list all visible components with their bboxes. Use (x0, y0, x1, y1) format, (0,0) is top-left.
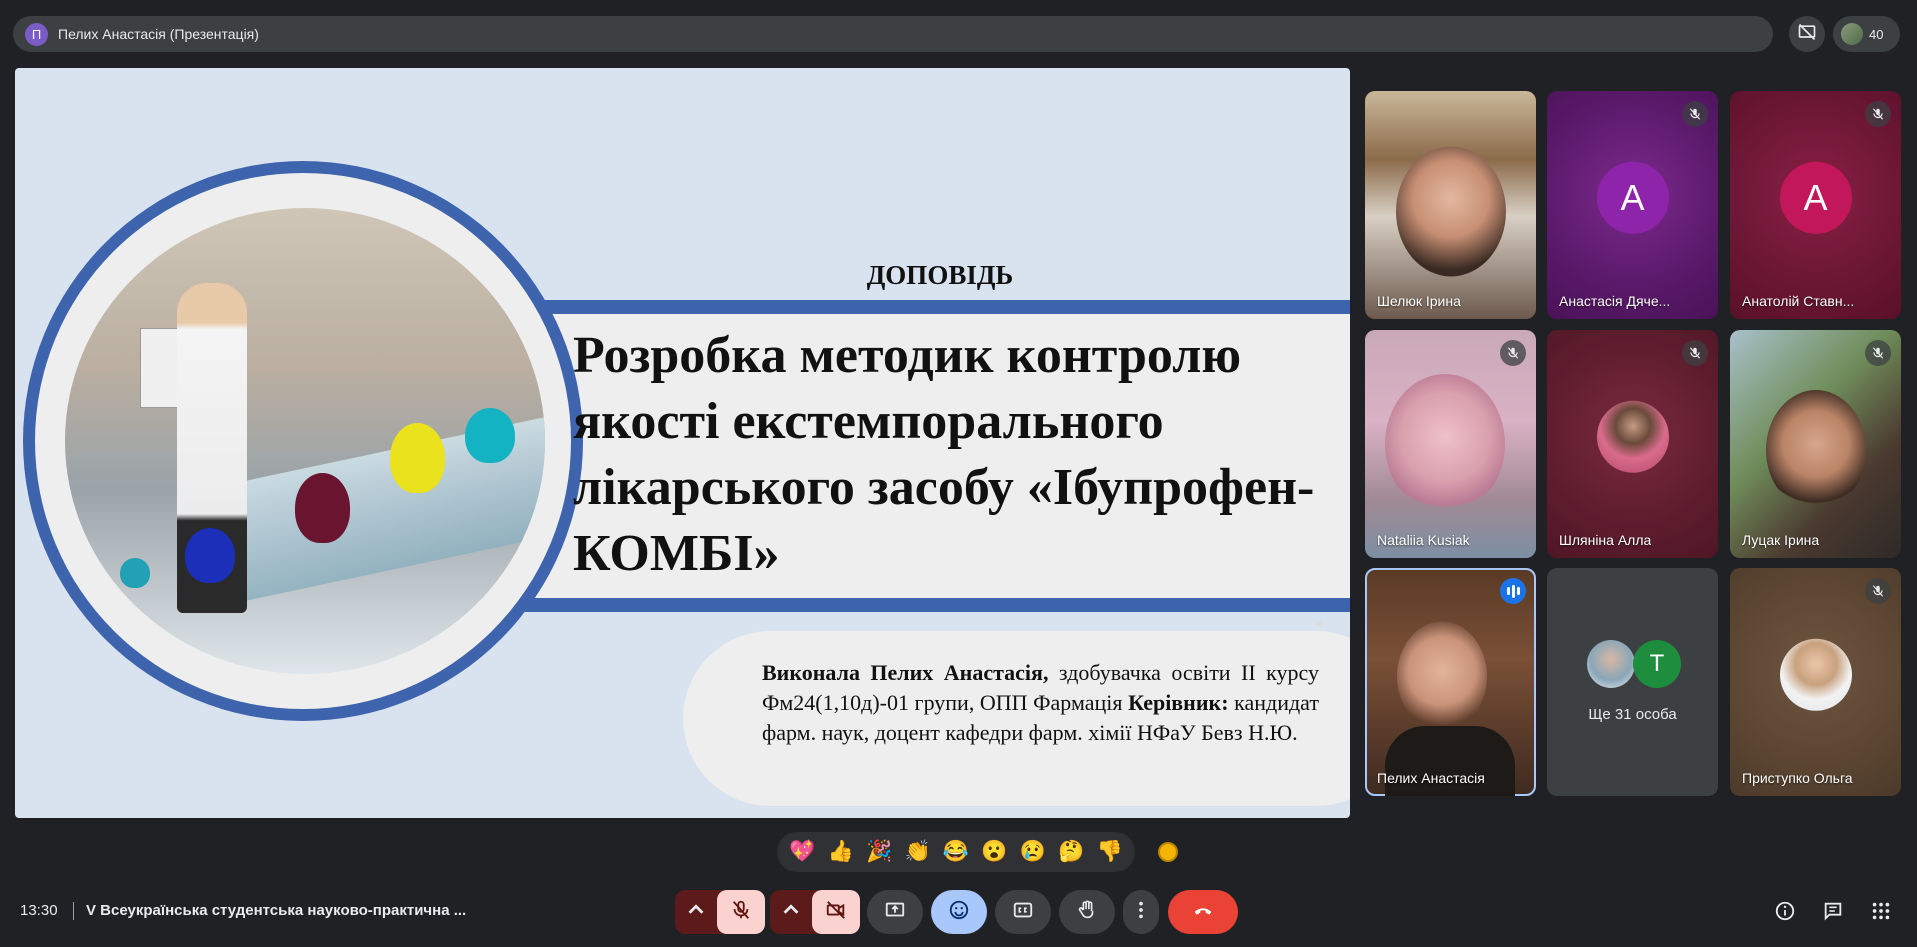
divider (73, 902, 74, 920)
present-screen-icon (884, 899, 906, 926)
reaction-heart[interactable]: 💖 (789, 840, 815, 864)
participant-avatar (1596, 400, 1669, 473)
participant-avatar: А (1596, 161, 1669, 234)
supervisor-label: Керівник: (1128, 690, 1229, 715)
mic-toggle-button[interactable] (717, 890, 765, 934)
yellow-flask (390, 423, 445, 493)
present-screen-button[interactable] (867, 890, 923, 934)
participants-avatar-icon (1841, 23, 1863, 45)
mic-off-icon (730, 899, 752, 926)
blue-flask (185, 528, 235, 583)
participant-avatar (1587, 640, 1635, 688)
reaction-thinking[interactable]: 🤔 (1058, 840, 1084, 864)
chevron-up-icon (780, 899, 802, 926)
mic-off-icon (1500, 340, 1526, 366)
participant-name: Анастасія Дяче... (1559, 293, 1671, 309)
apps-grid-icon (1870, 900, 1892, 927)
reaction-clap[interactable]: 👏 (904, 840, 930, 864)
participant-tile[interactable]: Шелюк Ірина (1365, 91, 1536, 319)
meeting-details-button[interactable] (1770, 898, 1800, 928)
participant-tile[interactable]: Шляніна Алла (1547, 330, 1718, 558)
clock: 13:30 (20, 902, 58, 919)
camera-control-group (770, 890, 860, 934)
author-name: Виконала Пелих Анастасія, (762, 660, 1049, 685)
chat-button[interactable] (1818, 898, 1848, 928)
reaction-surprised[interactable]: 😮 (981, 840, 1007, 864)
speaking-indicator-icon (1500, 578, 1526, 604)
meeting-title: V Всеукраїнська студентська науково-прак… (86, 902, 467, 919)
present-off-icon (1797, 22, 1817, 47)
participant-tile-active-speaker[interactable]: Пелих Анастасія (1365, 568, 1536, 796)
mic-off-icon (1865, 578, 1891, 604)
small-flask (120, 558, 150, 588)
participant-video (1384, 374, 1505, 514)
participant-tile[interactable]: Nataliia Kusiak (1365, 330, 1536, 558)
hide-presentation-button[interactable] (1789, 16, 1825, 52)
more-participants-label: Ще 31 особа (1588, 706, 1677, 723)
cyan-flask (465, 408, 515, 463)
more-options-button[interactable] (1123, 890, 1159, 934)
slide-band-top (445, 300, 1350, 314)
call-end-icon (1192, 899, 1214, 926)
info-icon (1774, 900, 1796, 927)
participant-name: Анатолій Ставн... (1742, 293, 1855, 309)
reaction-thumbs-up[interactable]: 👍 (828, 840, 854, 864)
reaction-laugh[interactable]: 😂 (943, 840, 969, 864)
slide-label: ДОПОВІДЬ (866, 260, 1014, 290)
participant-name: Шелюк Ірина (1377, 293, 1461, 309)
reactions-bar: 💖 👍 🎉 👏 😂 😮 😢 🤔 👎 (777, 832, 1135, 872)
author-info: Виконала Пелих Анастасія, здобувачка осв… (762, 658, 1319, 748)
participant-tile[interactable]: А Анастасія Дяче... (1547, 91, 1718, 319)
more-vert-icon (1130, 899, 1152, 926)
participant-tile[interactable]: А Анатолій Ставн... (1730, 91, 1901, 319)
mic-off-icon (1865, 340, 1891, 366)
presentation-slide: ДОПОВІДЬ Розробка методик контролю якост… (15, 68, 1350, 818)
slide-band-bottom (445, 598, 1350, 612)
mic-off-icon (1682, 340, 1708, 366)
presenter-avatar: П (25, 22, 48, 46)
participant-video (1396, 621, 1487, 732)
camera-off-icon (825, 899, 847, 926)
slide-title: Розробка методик контролю якості екстемп… (573, 327, 1315, 582)
chevron-up-icon (685, 899, 707, 926)
audio-options-button[interactable] (675, 890, 717, 934)
participant-video (1765, 390, 1866, 510)
participant-video (1395, 146, 1506, 277)
red-flask (295, 473, 350, 543)
camera-toggle-button[interactable] (812, 890, 860, 934)
presentation-bar[interactable]: П Пелих Анастасія (Презентація) (13, 16, 1773, 52)
participant-tile[interactable]: Приступко Ольга (1730, 568, 1901, 796)
participants-button[interactable]: 40 (1833, 16, 1900, 52)
participant-avatar: T (1633, 640, 1681, 688)
chat-icon (1822, 900, 1844, 927)
mic-control-group (675, 890, 765, 934)
participant-avatar: А (1779, 161, 1852, 234)
participant-name: Луцак Ірина (1742, 532, 1820, 548)
participants-count: 40 (1869, 26, 1884, 42)
presentation-title: Пелих Анастасія (Презентація) (58, 26, 259, 42)
captions-button[interactable] (995, 890, 1051, 934)
reactions-toggle-button[interactable] (931, 890, 987, 934)
participant-name: Приступко Ольга (1742, 770, 1853, 786)
reaction-thumbs-down[interactable]: 👎 (1097, 840, 1123, 864)
video-options-button[interactable] (770, 890, 812, 934)
mic-off-icon (1865, 101, 1891, 127)
hand-icon (1076, 899, 1098, 926)
reaction-sad[interactable]: 😢 (1020, 840, 1046, 864)
lab-photo (65, 208, 545, 674)
participant-avatar (1779, 638, 1852, 711)
activities-button[interactable] (1866, 898, 1896, 928)
emoji-icon (948, 899, 970, 926)
participant-tile[interactable]: Луцак Ірина (1730, 330, 1901, 558)
mic-off-icon (1682, 101, 1708, 127)
reaction-party[interactable]: 🎉 (866, 840, 892, 864)
participant-name: Пелих Анастасія (1377, 770, 1485, 786)
more-participants-tile[interactable]: T Ще 31 особа (1547, 568, 1718, 796)
leave-call-button[interactable] (1168, 890, 1238, 934)
closed-captions-icon (1012, 899, 1034, 926)
reaction-skin-tone-button[interactable] (1158, 842, 1178, 862)
raise-hand-button[interactable] (1059, 890, 1115, 934)
participant-name: Шляніна Алла (1559, 532, 1652, 548)
participant-name: Nataliia Kusiak (1377, 532, 1470, 548)
